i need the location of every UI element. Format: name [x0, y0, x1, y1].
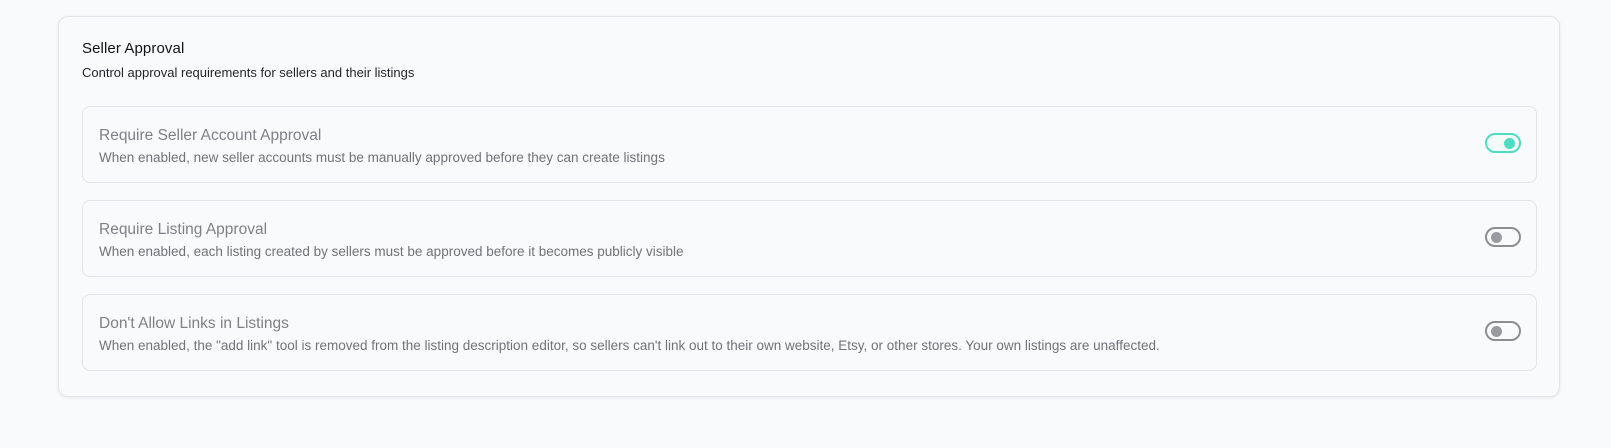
disallow-links-toggle[interactable]	[1485, 321, 1521, 341]
section-title: Seller Approval	[82, 40, 185, 57]
setting-row-seller-account-approval: Require Seller Account Approval When ena…	[82, 106, 1537, 183]
toggle-knob	[1504, 138, 1515, 149]
toggle-knob	[1491, 232, 1502, 243]
section-subtitle: Control approval requirements for seller…	[82, 65, 415, 80]
listing-approval-toggle[interactable]	[1485, 227, 1521, 247]
setting-title: Require Listing Approval	[99, 221, 268, 238]
setting-description: When enabled, each listing created by se…	[99, 244, 684, 259]
setting-row-disallow-links: Don't Allow Links in Listings When enabl…	[82, 294, 1537, 371]
setting-title: Don't Allow Links in Listings	[99, 315, 289, 332]
seller-approval-card: Seller Approval Control approval require…	[58, 16, 1560, 397]
seller-account-approval-toggle[interactable]	[1485, 133, 1521, 153]
toggle-knob	[1491, 326, 1502, 337]
setting-description: When enabled, new seller accounts must b…	[99, 150, 665, 165]
setting-row-listing-approval: Require Listing Approval When enabled, e…	[82, 200, 1537, 277]
setting-title: Require Seller Account Approval	[99, 127, 322, 144]
setting-description: When enabled, the "add link" tool is rem…	[99, 338, 1160, 353]
